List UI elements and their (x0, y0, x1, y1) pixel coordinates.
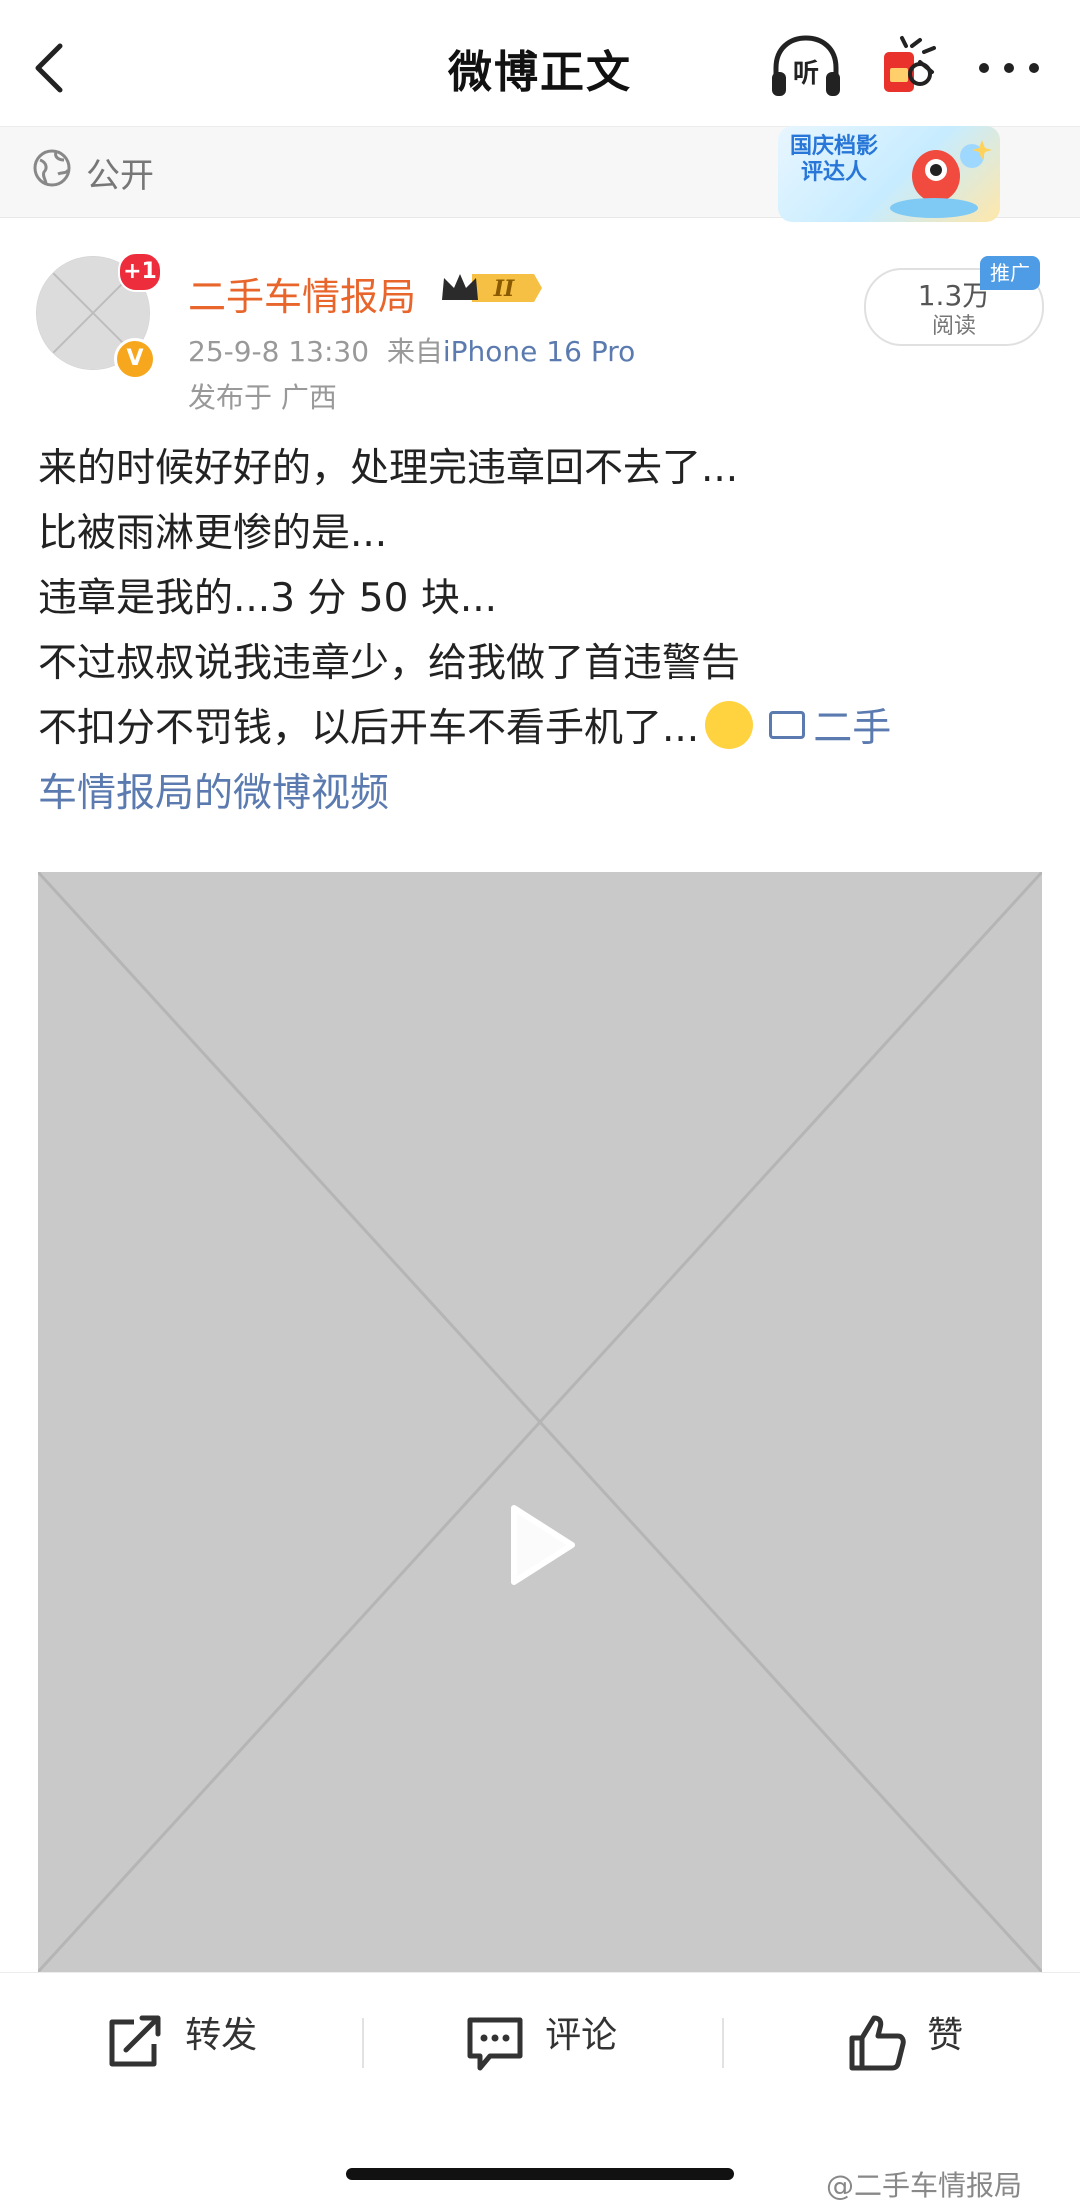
listen-headphones-icon[interactable]: 听 (768, 34, 844, 100)
listen-label: 听 (793, 59, 819, 89)
post-line: 不扣分不罚钱，以后开车不看手机了... (38, 706, 700, 751)
crown-rank-icon: II (438, 268, 542, 308)
more-options-icon[interactable] (974, 48, 1044, 88)
divider (722, 2018, 724, 2068)
post-date: 25-9-8 13:30 (188, 335, 370, 368)
post-line: 不过叔叔说我违章少，给我做了首违警告 (38, 641, 741, 686)
repost-icon (109, 2015, 161, 2066)
red-packet-icon[interactable] (876, 32, 940, 98)
rank-badge-label: II (493, 276, 515, 302)
globe-icon (32, 148, 72, 188)
repost-label: 转发 (185, 2015, 258, 2056)
post-line: 比被雨淋更惨的是... (38, 511, 388, 556)
repost-button[interactable]: 转发 (104, 2006, 257, 2076)
avatar-plus-badge: +1 (118, 252, 162, 292)
post-line: 违章是我的...3 分 50 块... (38, 576, 498, 621)
home-indicator[interactable] (346, 2168, 734, 2180)
watermark: @二手车情报局 (826, 2169, 1023, 2202)
video-player[interactable] (38, 872, 1042, 1972)
like-button[interactable]: 赞 (846, 2006, 963, 2076)
from-label: 来自 (386, 335, 443, 368)
thumbs-up-icon (849, 2015, 906, 2070)
comment-button[interactable]: 评论 (464, 2006, 617, 2076)
video-link-continued[interactable]: 车情报局的微博视频 (38, 761, 1048, 826)
play-icon[interactable] (500, 1500, 580, 1590)
event-badge-text: 国庆档影评达人 (789, 134, 878, 185)
comment-label: 评论 (545, 2015, 618, 2056)
post-line: 来的时候好好的，处理完违章回不去了... (38, 446, 739, 491)
post-location: 发布于 广西 (188, 381, 337, 414)
author-name[interactable]: 二手车情报局 (188, 266, 416, 321)
video-link[interactable]: 二手 (813, 706, 891, 751)
promo-tag[interactable]: 推广 (980, 256, 1040, 290)
like-label: 赞 (927, 2015, 964, 2056)
divider (362, 2018, 364, 2068)
mascot-icon (890, 140, 992, 218)
visibility-label: 公开 (86, 156, 154, 196)
comment-icon (467, 2017, 523, 2070)
event-badge[interactable]: 国庆档影评达人 (778, 126, 1000, 222)
post-text: 来的时候好好的，处理完违章回不去了... 比被雨淋更惨的是... 违章是我的..… (38, 436, 1048, 826)
verified-badge: V (114, 338, 156, 380)
video-camera-icon (769, 711, 806, 739)
device-name[interactable]: iPhone 16 Pro (443, 335, 635, 368)
reads-label: 阅读 (931, 314, 976, 339)
crying-emoji-icon (705, 701, 754, 749)
post-meta: 25-9-8 13:30 来自iPhone 16 Pro (188, 330, 635, 370)
